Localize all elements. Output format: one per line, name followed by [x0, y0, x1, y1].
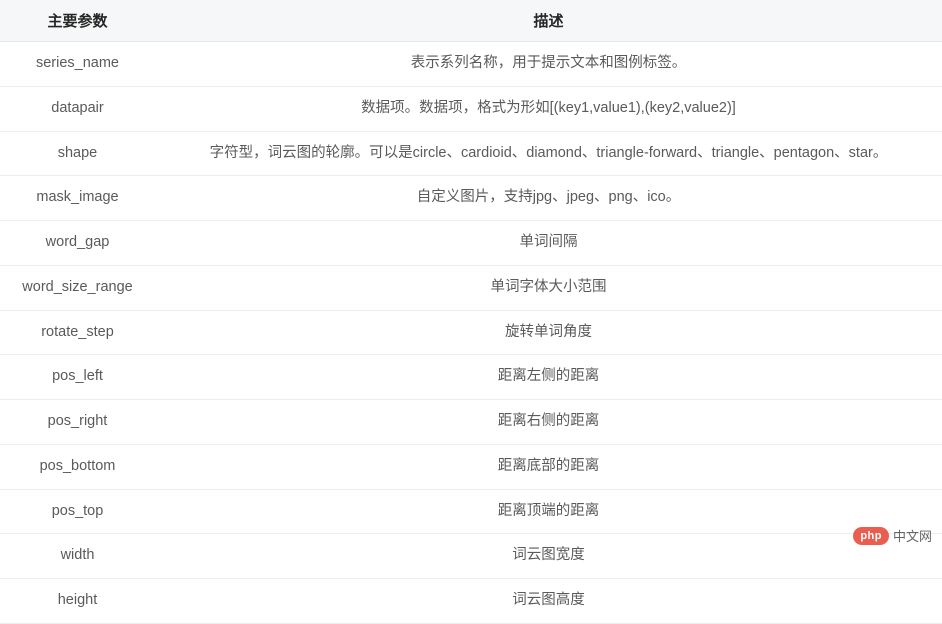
table-row: width 词云图宽度 [0, 534, 942, 579]
table-row: pos_right 距离右侧的距离 [0, 400, 942, 445]
watermark-text: 中文网 [893, 526, 932, 545]
cell-desc: 自定义图片，支持jpg、jpeg、png、ico。 [155, 176, 942, 221]
table-row: height 词云图高度 [0, 579, 942, 624]
cell-param: pos_right [0, 400, 155, 445]
cell-desc: 字符型，词云图的轮廓。可以是circle、cardioid、diamond、tr… [155, 131, 942, 176]
cell-desc: 旋转单词角度 [155, 310, 942, 355]
table-row: datapair 数据项。数据项，格式为形如[(key1,value1),(ke… [0, 86, 942, 131]
params-table: 主要参数 描述 series_name 表示系列名称，用于提示文本和图例标签。 … [0, 0, 942, 624]
cell-desc: 距离底部的距离 [155, 444, 942, 489]
header-param: 主要参数 [0, 0, 155, 42]
cell-param: word_gap [0, 221, 155, 266]
cell-desc: 表示系列名称，用于提示文本和图例标签。 [155, 42, 942, 87]
table-row: pos_bottom 距离底部的距离 [0, 444, 942, 489]
table-row: series_name 表示系列名称，用于提示文本和图例标签。 [0, 42, 942, 87]
watermark-badge: php [853, 527, 889, 545]
table-row: word_size_range 单词字体大小范围 [0, 265, 942, 310]
cell-desc: 数据项。数据项，格式为形如[(key1,value1),(key2,value2… [155, 86, 942, 131]
table-row: word_gap 单词间隔 [0, 221, 942, 266]
header-desc: 描述 [155, 0, 942, 42]
table-row: rotate_step 旋转单词角度 [0, 310, 942, 355]
cell-desc: 距离左侧的距离 [155, 355, 942, 400]
cell-desc: 距离顶端的距离 [155, 489, 942, 534]
cell-desc: 词云图高度 [155, 579, 942, 624]
cell-desc: 词云图宽度 [155, 534, 942, 579]
cell-param: pos_bottom [0, 444, 155, 489]
table-row: pos_top 距离顶端的距离 [0, 489, 942, 534]
cell-desc: 距离右侧的距离 [155, 400, 942, 445]
table-row: pos_left 距离左侧的距离 [0, 355, 942, 400]
cell-param: pos_left [0, 355, 155, 400]
cell-param: rotate_step [0, 310, 155, 355]
cell-param: series_name [0, 42, 155, 87]
cell-param: pos_top [0, 489, 155, 534]
cell-param: height [0, 579, 155, 624]
cell-desc: 单词字体大小范围 [155, 265, 942, 310]
cell-param: shape [0, 131, 155, 176]
cell-param: width [0, 534, 155, 579]
cell-param: mask_image [0, 176, 155, 221]
table-row: mask_image 自定义图片，支持jpg、jpeg、png、ico。 [0, 176, 942, 221]
cell-param: datapair [0, 86, 155, 131]
cell-param: word_size_range [0, 265, 155, 310]
table-row: shape 字符型，词云图的轮廓。可以是circle、cardioid、diam… [0, 131, 942, 176]
table-header-row: 主要参数 描述 [0, 0, 942, 42]
watermark: php 中文网 [853, 526, 932, 545]
cell-desc: 单词间隔 [155, 221, 942, 266]
